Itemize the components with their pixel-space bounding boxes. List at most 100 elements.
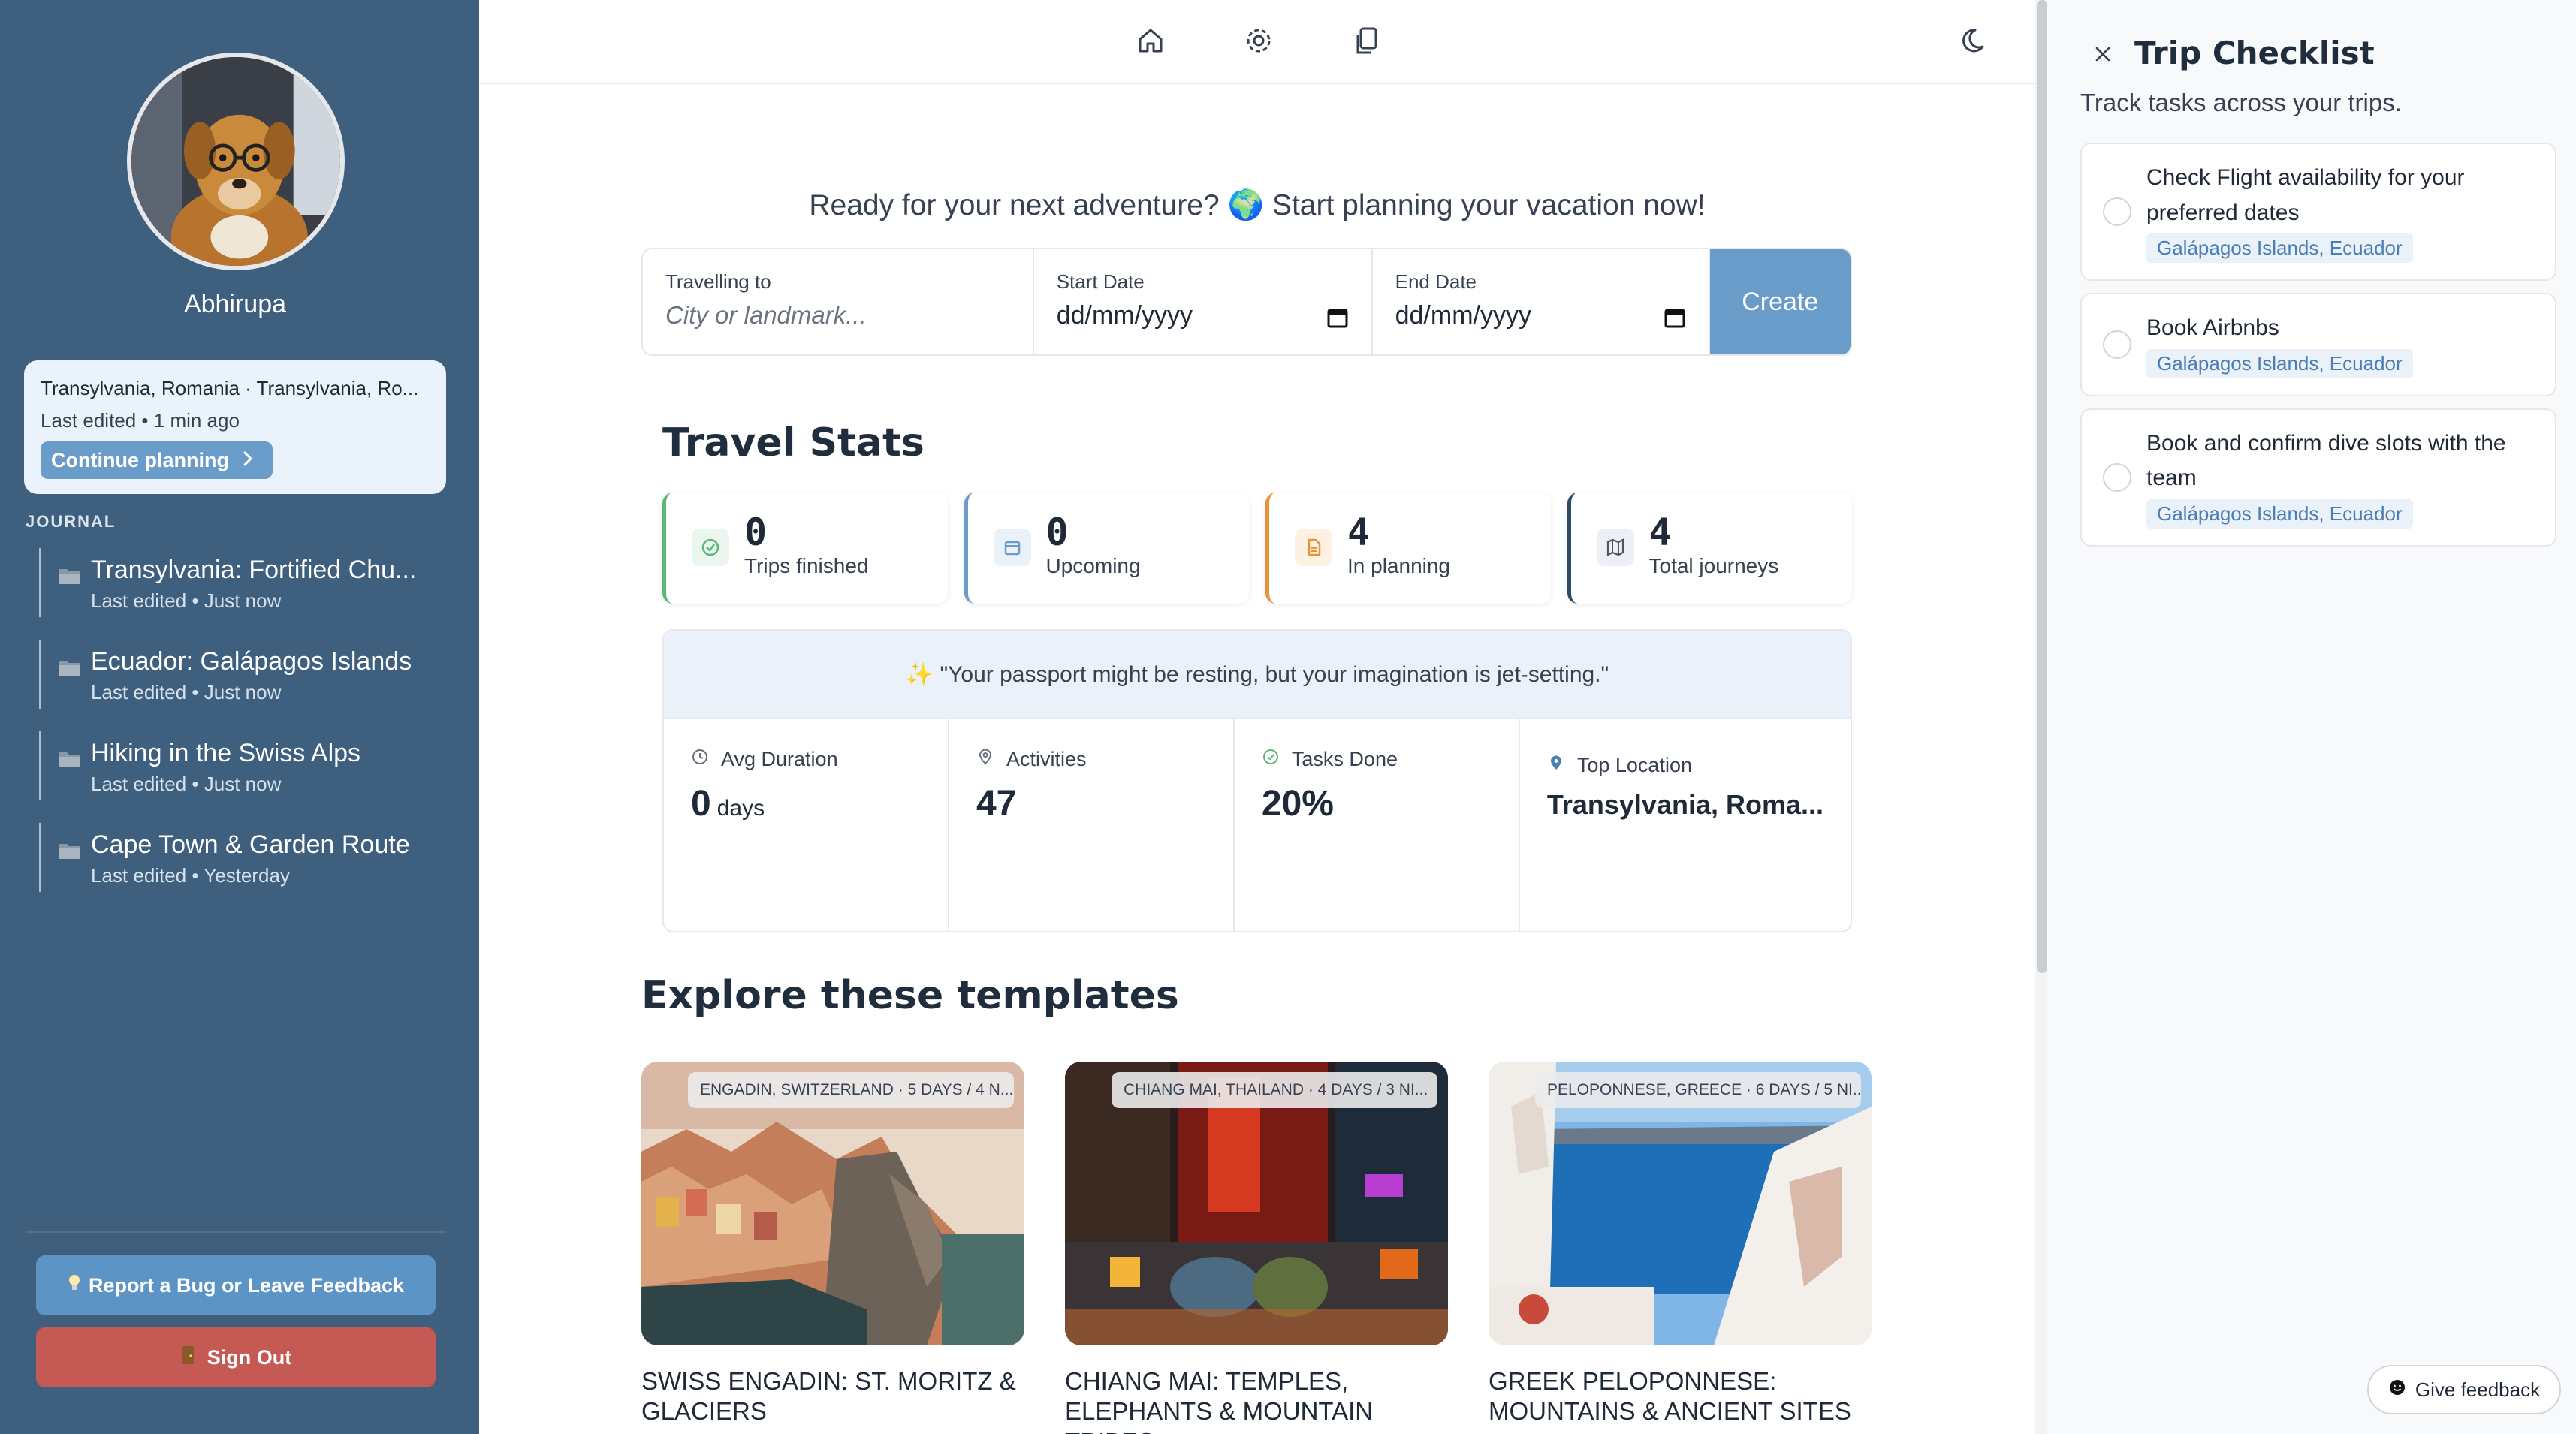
metric-activities: Activities 47 [949, 719, 1235, 931]
continue-planning-button[interactable]: Continue planning [41, 441, 273, 479]
template-card[interactable]: Engadin, Switzerland · 5 days / 4 N... S… [641, 1062, 1024, 1427]
folder-icon [58, 748, 82, 769]
metric-value: 0 [691, 784, 711, 824]
journal-item-name: Transylvania: Fortified Chu... [91, 556, 417, 584]
metric-tasks-done: Tasks Done 20% [1235, 719, 1520, 931]
top-bar [479, 0, 2035, 84]
task-checkbox[interactable] [2103, 462, 2131, 492]
stat-card-in-planning: 4 In planning [1265, 493, 1551, 604]
stat-caption: In planning [1347, 554, 1451, 577]
give-feedback-label: Give feedback [2415, 1378, 2541, 1401]
templates-title: Explore these templates [641, 973, 1179, 1018]
stat-caption: Trips finished [744, 554, 869, 577]
journal-item-edited: Last edited • Just now [91, 589, 282, 612]
metric-label: Tasks Done [1291, 748, 1398, 770]
close-icon[interactable] [2092, 44, 2113, 65]
sign-out-button[interactable]: Sign Out [36, 1327, 436, 1387]
template-image: Peloponnese, Greece · 6 days / 5 Ni... [1489, 1062, 1872, 1345]
journal-item[interactable]: Hiking in the Swiss Alps Last edited • J… [39, 731, 460, 800]
metric-top-location: Top Location Transylvania, Roma... [1520, 719, 1851, 931]
template-image: Chiang Mai, Thailand · 4 days / 3 Ni... [1065, 1062, 1448, 1345]
main-scrollbar-thumb[interactable] [2037, 0, 2047, 973]
start-date-label: Start Date [1056, 270, 1145, 293]
checklist-task[interactable]: Check Flight availability for your prefe… [2080, 143, 2556, 281]
template-image: Engadin, Switzerland · 5 days / 4 N... [641, 1062, 1024, 1345]
hero-text-tail: Start planning your vacation now! [1271, 189, 1706, 221]
metric-label: Avg Duration [721, 748, 838, 770]
task-checkbox[interactable] [2103, 197, 2131, 226]
destination-field[interactable]: Travelling to City or landmark... [643, 249, 1034, 354]
metrics-row: Avg Duration 0 days Activities 47 Tasks D… [664, 719, 1851, 931]
metric-avg-duration: Avg Duration 0 days [664, 719, 949, 931]
door-icon [180, 1345, 195, 1371]
chevron-right-icon [243, 449, 253, 472]
gear-icon[interactable] [1242, 24, 1275, 57]
end-date-input[interactable]: dd/mm/yyyy [1395, 301, 1686, 330]
task-trip-chip: Galápagos Islands, Ecuador [2146, 499, 2413, 529]
stat-value: 4 [1648, 511, 1672, 554]
journal-item[interactable]: Cape Town & Garden Route Last edited • Y… [39, 823, 460, 892]
task-trip-chip: Galápagos Islands, Ecuador [2146, 348, 2413, 378]
stats-row: 0 Trips finished 0 Upcoming 4 In plannin… [662, 493, 1852, 604]
checklist-task[interactable]: Book and confirm dive slots with the tea… [2080, 408, 2556, 547]
recent-trip-card[interactable]: Transylvania, Romania · Transylvania, Ro… [24, 360, 446, 494]
pin-filled-icon [1547, 754, 1565, 777]
continue-planning-label: Continue planning [51, 448, 229, 471]
app-root: Abhirupa Transylvania, Romania · Transyl… [0, 0, 2576, 1434]
templates-grid: Engadin, Switzerland · 5 days / 4 N... S… [641, 1062, 1933, 1434]
metric-unit: days [716, 796, 765, 821]
map-icon [1596, 529, 1634, 566]
avatar[interactable] [127, 53, 345, 270]
journal-item-edited: Last edited • Just now [91, 773, 282, 795]
create-button[interactable]: Create [1709, 249, 1851, 354]
template-name: Chiang Mai: Temples, Elephants & Mountai… [1065, 1367, 1374, 1434]
task-checkbox[interactable] [2103, 330, 2131, 359]
give-feedback-button[interactable]: Give feedback [2367, 1365, 2561, 1414]
trip-checklist-panel: Trip Checklist Track tasks across your t… [2047, 0, 2576, 1434]
stat-value: 0 [744, 511, 768, 554]
sidebar: Abhirupa Transylvania, Romania · Transyl… [0, 0, 479, 1434]
checklist-task[interactable]: Book Airbnbs Galápagos Islands, Ecuador [2080, 293, 2556, 396]
dog-avatar-image [131, 57, 340, 266]
journal-item[interactable]: Ecuador: Galápagos Islands Last edited •… [39, 640, 460, 709]
moon-icon[interactable] [1960, 24, 1993, 57]
start-date-field[interactable]: Start Date dd/mm/yyyy [1034, 249, 1373, 354]
copy-icon[interactable] [1350, 24, 1383, 57]
journal-item-edited: Last edited • Yesterday [91, 864, 290, 887]
journal-item-name: Cape Town & Garden Route [91, 830, 410, 859]
clock-icon [691, 748, 709, 771]
end-date-field[interactable]: End Date dd/mm/yyyy [1373, 249, 1710, 354]
stat-card-total-journeys: 4 Total journeys [1567, 493, 1852, 604]
stat-card-upcoming: 0 Upcoming [964, 493, 1249, 604]
recent-trip-meta: Last edited • 1 min ago [41, 409, 240, 432]
template-badge: Peloponnese, Greece · 6 days / 5 Ni... [1535, 1072, 1861, 1108]
calendar-icon[interactable] [1664, 306, 1686, 329]
home-icon[interactable] [1134, 24, 1167, 57]
template-card[interactable]: Chiang Mai, Thailand · 4 days / 3 Ni... … [1065, 1062, 1448, 1434]
journal-item[interactable]: Transylvania: Fortified Chu... Last edit… [39, 548, 460, 617]
hero-text: Ready for your next adventure? 🌍 Start p… [479, 188, 2035, 222]
journal-item-edited: Last edited • Just now [91, 681, 282, 703]
trip-create-form: Travelling to City or landmark... Start … [641, 248, 1852, 356]
destination-input[interactable]: City or landmark... [665, 301, 1010, 330]
motivational-quote: ✨ "Your passport might be resting, but y… [664, 631, 1851, 719]
folder-icon [58, 656, 82, 677]
journal-item-name: Hiking in the Swiss Alps [91, 739, 361, 767]
template-card[interactable]: Peloponnese, Greece · 6 days / 5 Ni... G… [1489, 1062, 1872, 1427]
calendar-icon [993, 529, 1031, 566]
report-bug-button[interactable]: Report a Bug or Leave Feedback [36, 1255, 436, 1315]
calendar-icon[interactable] [1326, 306, 1349, 329]
journal-item-name: Ecuador: Galápagos Islands [91, 647, 412, 676]
pin-outline-icon [976, 748, 994, 771]
sidebar-divider [26, 1231, 446, 1233]
stat-value: 4 [1347, 511, 1371, 554]
globe-emoji: 🌍 [1227, 189, 1265, 221]
start-date-input[interactable]: dd/mm/yyyy [1057, 301, 1349, 330]
journal-list: Transylvania: Fortified Chu... Last edit… [39, 548, 460, 914]
metric-value: Transylvania, Roma... [1546, 789, 1824, 820]
checklist-subtitle: Track tasks across your trips. [2080, 89, 2402, 116]
metric-value: 47 [976, 784, 1017, 824]
checklist-title: Trip Checklist [2134, 35, 2375, 71]
destination-label: Travelling to [665, 270, 771, 293]
travel-stats-title: Travel Stats [662, 420, 925, 465]
